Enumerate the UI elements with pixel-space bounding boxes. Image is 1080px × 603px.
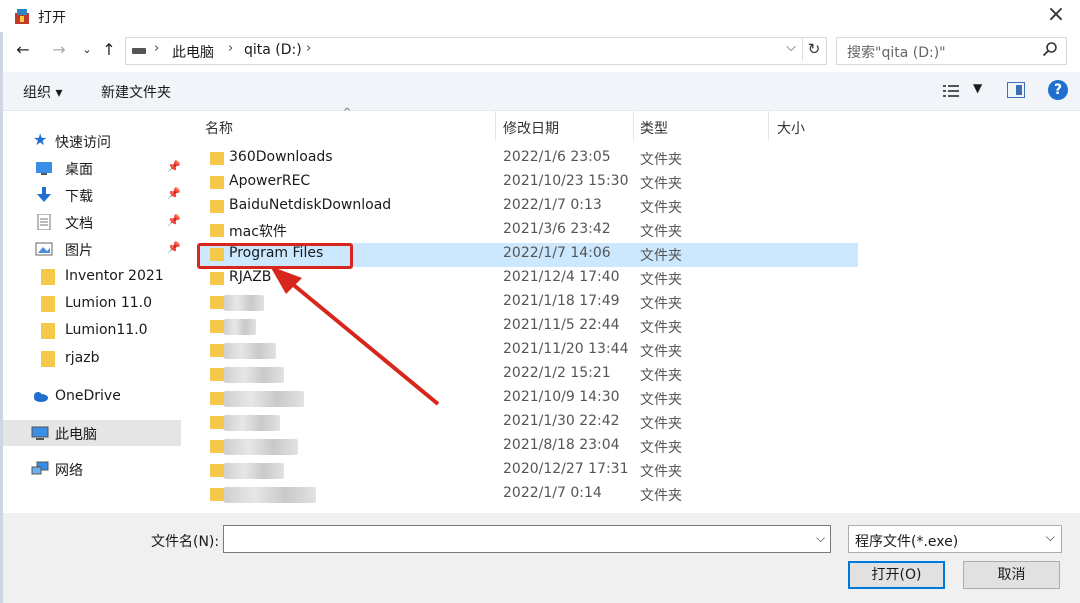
cancel-button[interactable]: 取消 (963, 561, 1060, 589)
filetype-value: 程序文件(*.exe) (855, 534, 959, 550)
arrow-shaft (288, 280, 440, 406)
open-button[interactable]: 打开(O) (848, 561, 945, 589)
filename-label: 文件名(N): (151, 534, 220, 550)
filetype-select[interactable]: 程序文件(*.exe) ⌵ (848, 525, 1062, 553)
chevron-down-icon: ⌵ (1045, 530, 1055, 544)
filename-input[interactable] (223, 525, 831, 553)
dialog-footer: 文件名(N): ⌵ 程序文件(*.exe) ⌵ 打开(O) 取消 (3, 513, 1080, 603)
